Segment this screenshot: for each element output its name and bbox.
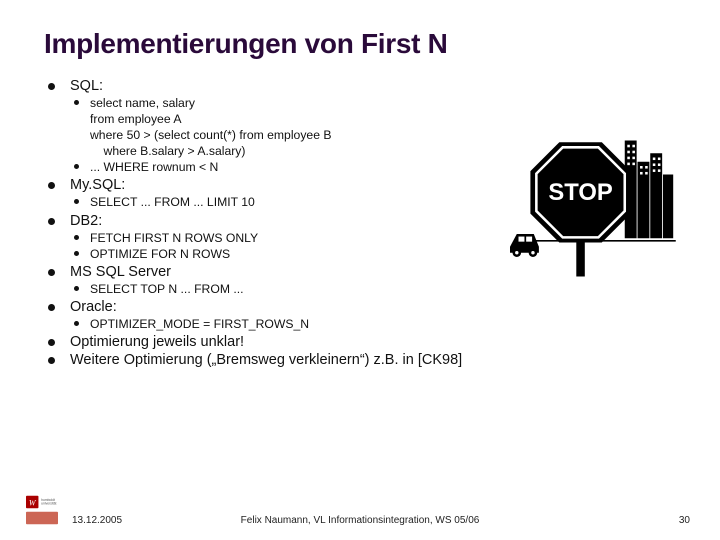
slide-title: Implementierungen von First N <box>44 28 676 60</box>
subitem-label: ... WHERE rownum < N <box>90 160 218 174</box>
list-item: Optimierung jeweils unklar! <box>48 334 676 350</box>
list-subitem: OPTIMIZER_MODE = FIRST_ROWS_N <box>70 316 676 332</box>
footer-author: Felix Naumann, VL Informationsintegratio… <box>241 515 480 526</box>
subitem-label: SELECT ... FROM ... LIMIT 10 <box>90 195 255 209</box>
item-label: MS SQL Server <box>70 264 171 280</box>
item-label: My.SQL: <box>70 177 125 193</box>
list-item: Oracle: OPTIMIZER_MODE = FIRST_ROWS_N <box>48 299 676 332</box>
subitem-label: select name, salary from employee A wher… <box>90 96 332 158</box>
university-logo: W humboldt universität <box>24 494 60 526</box>
subitem-label: OPTIMIZER_MODE = FIRST_ROWS_N <box>90 317 309 331</box>
subitem-label: SELECT TOP N ... FROM ... <box>90 282 244 296</box>
slide-footer: W humboldt universität 13.12.2005 Felix … <box>0 494 720 526</box>
item-label: Optimierung jeweils unklar! <box>70 334 244 350</box>
stop-text: STOP <box>548 179 612 206</box>
item-label: SQL: <box>70 78 103 94</box>
footer-page-number: 30 <box>679 515 690 526</box>
item-label: Weitere Optimierung („Bremsweg verkleine… <box>70 352 462 368</box>
stop-sign-graphic: STOP <box>510 115 680 285</box>
item-label: DB2: <box>70 213 102 229</box>
footer-date: 13.12.2005 <box>72 515 122 526</box>
subitem-label: OPTIMIZE FOR N ROWS <box>90 247 230 261</box>
svg-text:universität: universität <box>41 502 56 506</box>
list-item: Weitere Optimierung („Bremsweg verkleine… <box>48 352 676 368</box>
subitem-label: FETCH FIRST N ROWS ONLY <box>90 231 258 245</box>
item-label: Oracle: <box>70 299 117 315</box>
